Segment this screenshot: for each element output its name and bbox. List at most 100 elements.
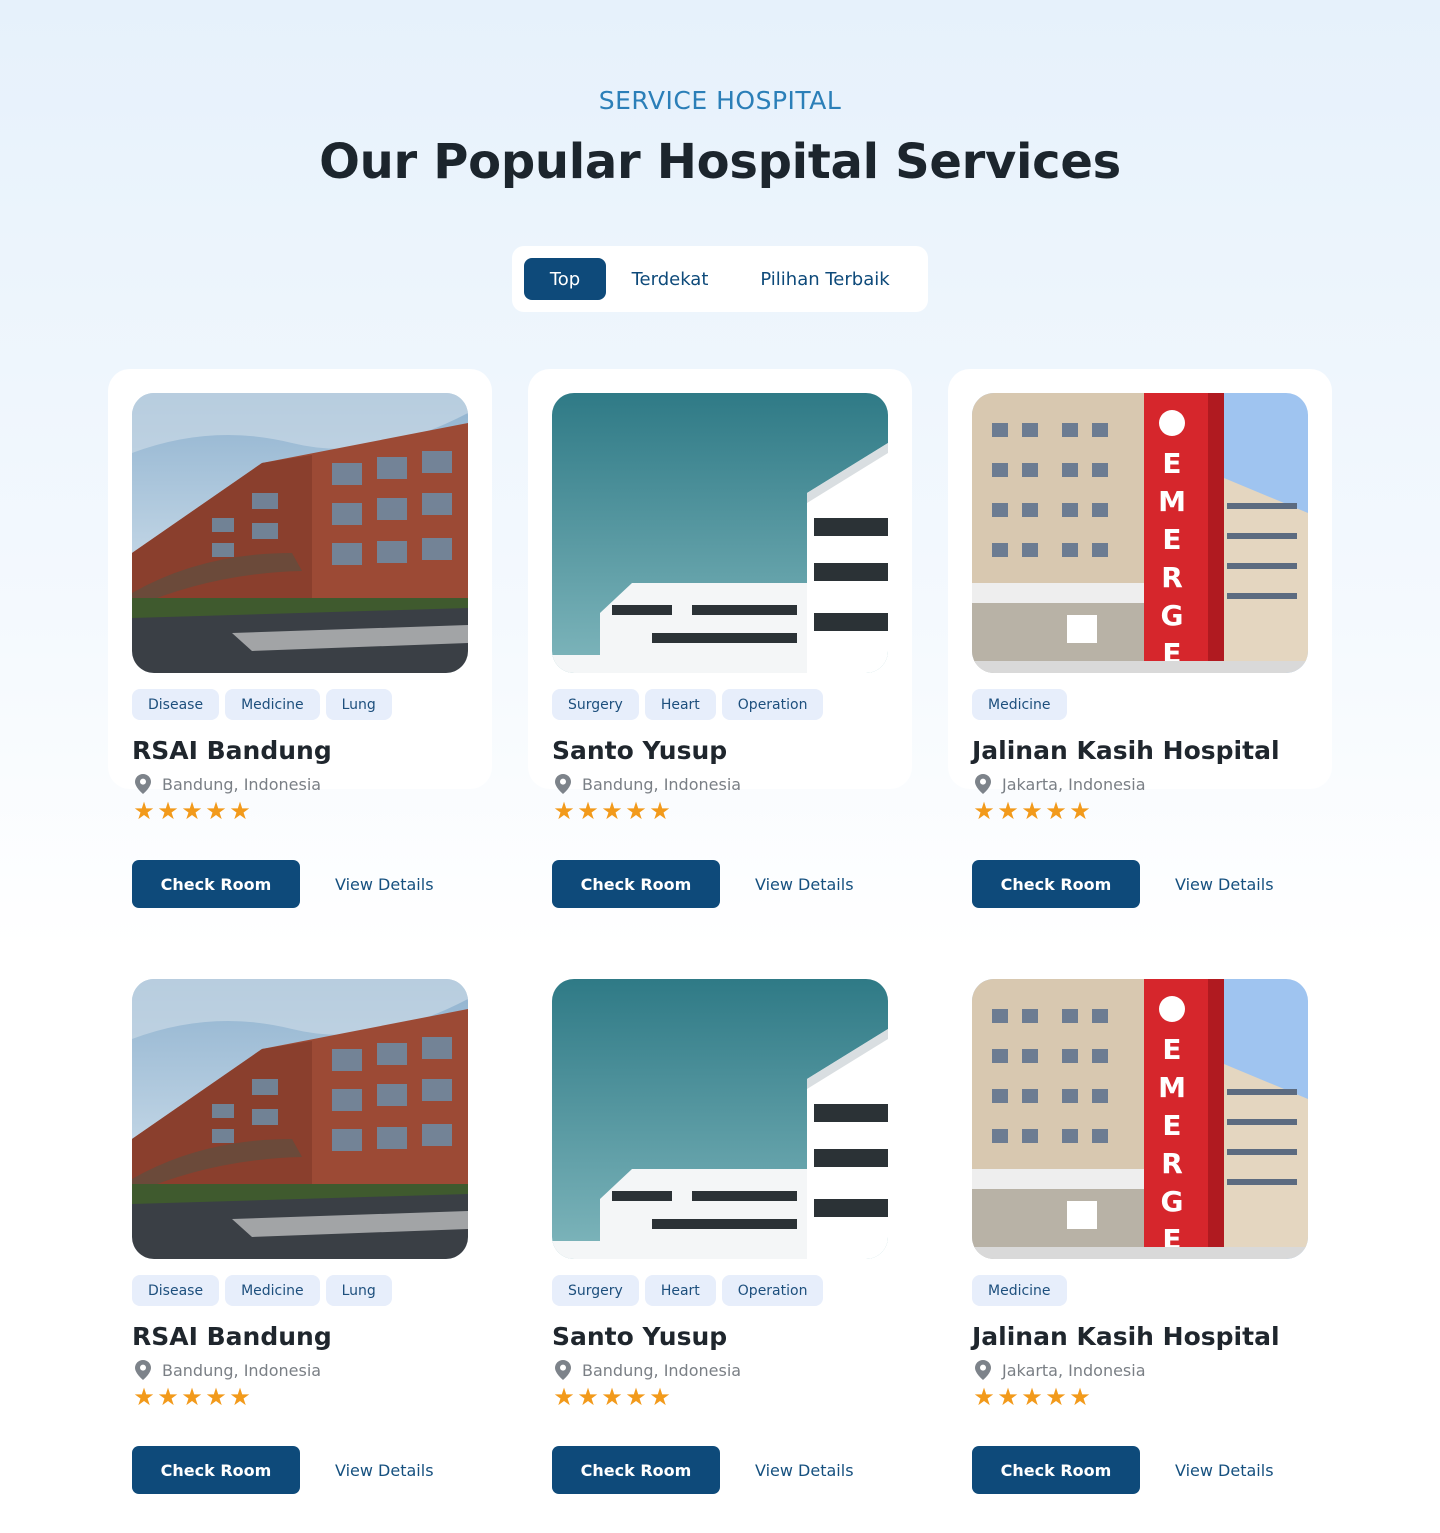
map-pin-icon bbox=[975, 1360, 991, 1380]
star-rating: ★ ★ ★ ★ ★ bbox=[972, 798, 1308, 824]
section-title: Our Popular Hospital Services bbox=[319, 134, 1121, 190]
view-details-link[interactable]: View Details bbox=[335, 875, 434, 894]
category-tag[interactable]: Medicine bbox=[225, 689, 320, 720]
category-tag[interactable]: Medicine bbox=[972, 1275, 1067, 1306]
hospital-name: Santo Yusup bbox=[552, 1322, 728, 1351]
map-pin-icon bbox=[135, 1360, 151, 1380]
category-tag[interactable]: Heart bbox=[644, 689, 716, 720]
brick-hospital-building-photo[interactable] bbox=[132, 979, 468, 1259]
tag-list: Disease Medicine Lung bbox=[132, 1275, 468, 1306]
star-icon: ★ bbox=[157, 1383, 179, 1411]
svg-text:M: M bbox=[1158, 1071, 1186, 1104]
white-modern-building-photo[interactable] bbox=[552, 979, 888, 1259]
star-icon: ★ bbox=[1045, 797, 1067, 825]
star-rating: ★ ★ ★ ★ ★ bbox=[552, 798, 888, 824]
star-icon: ★ bbox=[997, 797, 1019, 825]
check-room-button[interactable]: Check Room bbox=[972, 1446, 1140, 1494]
hospital-card: Disease Medicine Lung RSAI Bandung Bandung, … bbox=[132, 979, 468, 1494]
star-icon: ★ bbox=[133, 1383, 155, 1411]
hospital-name: Jalinan Kasih Hospital bbox=[972, 736, 1280, 765]
star-icon: ★ bbox=[973, 1383, 995, 1411]
category-tag[interactable]: Surgery bbox=[552, 689, 639, 720]
svg-text:E: E bbox=[1162, 1033, 1181, 1066]
star-icon: ★ bbox=[157, 797, 179, 825]
svg-text:E: E bbox=[1162, 1109, 1181, 1142]
location-text: Jakarta, Indonesia bbox=[1002, 774, 1146, 794]
category-tag[interactable]: Medicine bbox=[972, 689, 1067, 720]
view-details-link[interactable]: View Details bbox=[335, 1461, 434, 1480]
category-tag[interactable]: Operation bbox=[721, 689, 824, 720]
card-actions: Check Room View Details bbox=[972, 860, 1308, 908]
check-room-button[interactable]: Check Room bbox=[132, 1446, 300, 1494]
card-actions: Check Room View Details bbox=[552, 1446, 888, 1494]
brick-hospital-building-photo[interactable] bbox=[132, 393, 468, 673]
check-room-button[interactable]: Check Room bbox=[552, 860, 720, 908]
map-pin-icon bbox=[975, 774, 991, 794]
star-icon: ★ bbox=[1021, 1383, 1043, 1411]
svg-text:R: R bbox=[1161, 561, 1183, 594]
star-icon: ★ bbox=[1045, 1383, 1067, 1411]
map-pin-icon bbox=[555, 1360, 571, 1380]
tab-pilihan-terbaik[interactable]: Pilihan Terbaik bbox=[734, 258, 916, 300]
star-rating: ★ ★ ★ ★ ★ bbox=[132, 798, 468, 824]
star-icon: ★ bbox=[181, 797, 203, 825]
check-room-button[interactable]: Check Room bbox=[972, 860, 1140, 908]
star-icon: ★ bbox=[229, 1383, 251, 1411]
section-eyebrow: SERVICE HOSPITAL bbox=[598, 86, 842, 115]
hospital-name: RSAI Bandung bbox=[132, 736, 332, 765]
hospital-location: Bandung, Indonesia bbox=[132, 1358, 468, 1382]
category-tag[interactable]: Surgery bbox=[552, 1275, 639, 1306]
category-tag[interactable]: Operation bbox=[721, 1275, 824, 1306]
card-actions: Check Room View Details bbox=[972, 1446, 1308, 1494]
category-tag[interactable]: Disease bbox=[132, 1275, 220, 1306]
view-details-link[interactable]: View Details bbox=[1175, 1461, 1274, 1480]
location-text: Bandung, Indonesia bbox=[162, 774, 322, 794]
white-modern-building-photo[interactable] bbox=[552, 393, 888, 673]
check-room-button[interactable]: Check Room bbox=[132, 860, 300, 908]
card-actions: Check Room View Details bbox=[552, 860, 888, 908]
star-rating: ★ ★ ★ ★ ★ bbox=[552, 1384, 888, 1410]
location-text: Bandung, Indonesia bbox=[162, 1360, 322, 1380]
star-icon: ★ bbox=[181, 1383, 203, 1411]
hospital-location: Jakarta, Indonesia bbox=[972, 772, 1308, 796]
hospital-card: Disease Medicine Lung RSAI Bandung Bandung, … bbox=[132, 393, 468, 908]
star-icon: ★ bbox=[973, 797, 995, 825]
hospital-card: Surgery Heart Operation Santo Yusup Bandung,… bbox=[552, 979, 888, 1494]
hospital-location: Bandung, Indonesia bbox=[132, 772, 468, 796]
emergency-sign-hospital-photo[interactable]: EMERGE bbox=[972, 979, 1308, 1259]
svg-text:R: R bbox=[1161, 1147, 1183, 1180]
hospital-location: Bandung, Indonesia bbox=[552, 772, 888, 796]
star-icon: ★ bbox=[553, 1383, 575, 1411]
star-icon: ★ bbox=[649, 797, 671, 825]
category-tag[interactable]: Medicine bbox=[225, 1275, 320, 1306]
card-actions: Check Room View Details bbox=[132, 1446, 468, 1494]
tag-list: Disease Medicine Lung bbox=[132, 689, 468, 720]
tab-terdekat[interactable]: Terdekat bbox=[606, 258, 734, 300]
star-icon: ★ bbox=[133, 797, 155, 825]
category-tag[interactable]: Lung bbox=[325, 1275, 392, 1306]
category-tag[interactable]: Lung bbox=[325, 689, 392, 720]
hospital-card: Surgery Heart Operation Santo Yusup Bandung,… bbox=[552, 393, 888, 908]
svg-text:G: G bbox=[1161, 599, 1184, 632]
star-icon: ★ bbox=[205, 1383, 227, 1411]
tab-top[interactable]: Top bbox=[524, 258, 606, 300]
category-tag[interactable]: Disease bbox=[132, 689, 220, 720]
view-details-link[interactable]: View Details bbox=[1175, 875, 1274, 894]
hospital-name: Jalinan Kasih Hospital bbox=[972, 1322, 1280, 1351]
star-icon: ★ bbox=[649, 1383, 671, 1411]
emergency-sign-hospital-photo[interactable]: EMERGE bbox=[972, 393, 1308, 673]
star-icon: ★ bbox=[577, 797, 599, 825]
check-room-button[interactable]: Check Room bbox=[552, 1446, 720, 1494]
hospital-location: Bandung, Indonesia bbox=[552, 1358, 888, 1382]
category-tag[interactable]: Heart bbox=[644, 1275, 716, 1306]
svg-text:G: G bbox=[1161, 1185, 1184, 1218]
hospital-card: EMERGE Medicine Jalinan Kasih Hospital Jak… bbox=[972, 979, 1308, 1494]
hospital-card: EMERGE Medicine Jalinan Kasih Hospital Jak… bbox=[972, 393, 1308, 908]
star-icon: ★ bbox=[553, 797, 575, 825]
view-details-link[interactable]: View Details bbox=[755, 1461, 854, 1480]
location-text: Bandung, Indonesia bbox=[582, 1360, 742, 1380]
star-rating: ★ ★ ★ ★ ★ bbox=[972, 1384, 1308, 1410]
star-icon: ★ bbox=[601, 797, 623, 825]
view-details-link[interactable]: View Details bbox=[755, 875, 854, 894]
star-icon: ★ bbox=[1021, 797, 1043, 825]
